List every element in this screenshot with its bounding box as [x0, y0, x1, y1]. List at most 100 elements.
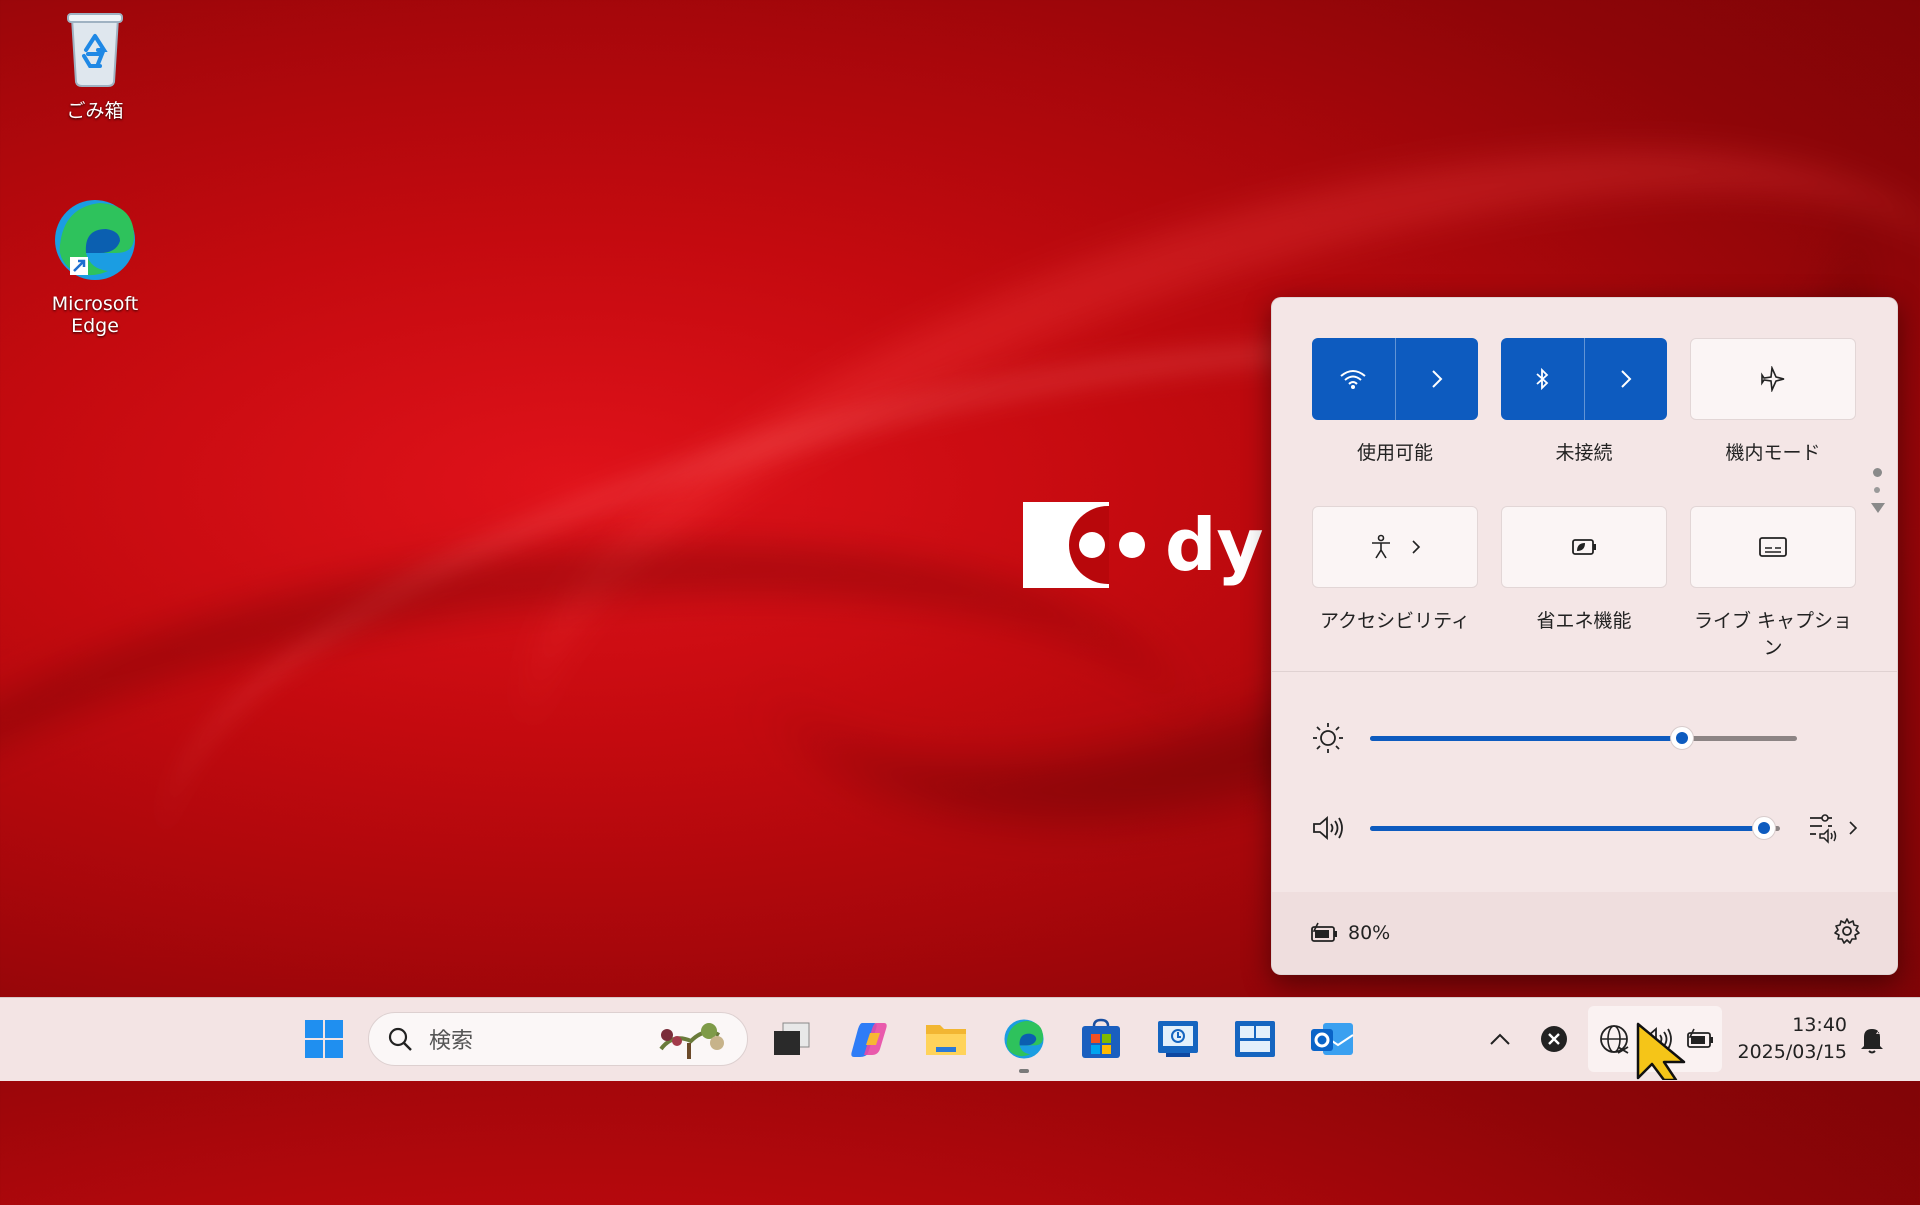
- volume-thumb[interactable]: [1751, 816, 1776, 840]
- bluetooth-toggle-button[interactable]: [1501, 338, 1585, 420]
- tile-airplane-mode: 機内モード: [1690, 338, 1856, 465]
- taskbar: 検索 13:40 2025/03/15 z: [0, 997, 1920, 1081]
- running-indicator: [1019, 1069, 1029, 1073]
- tiles-pager[interactable]: [1871, 468, 1885, 513]
- logo-dot: [1119, 532, 1145, 558]
- clock-time: 13:40: [1792, 1014, 1847, 1036]
- tile-label: 未接続: [1555, 442, 1613, 464]
- svg-text:z: z: [1876, 1027, 1881, 1037]
- energy-saver-toggle[interactable]: [1501, 506, 1667, 588]
- app-icon: [1158, 1021, 1198, 1057]
- bluetooth-toggle[interactable]: [1501, 338, 1667, 420]
- wifi-expand-button[interactable]: [1396, 338, 1479, 420]
- gear-icon: [1834, 918, 1860, 944]
- pager-dot[interactable]: [1874, 487, 1880, 493]
- brightness-thumb[interactable]: [1669, 726, 1694, 750]
- logo-dot: [1079, 532, 1105, 558]
- show-hidden-icons-button[interactable]: [1474, 1013, 1526, 1065]
- tile-bluetooth: 未接続: [1501, 338, 1667, 465]
- desktop-icon-label: ごみ箱: [66, 100, 124, 122]
- battery-status[interactable]: 80%: [1308, 921, 1390, 945]
- desktop-icon-label: Microsoft Edge: [51, 293, 139, 337]
- tile-energy-saver: 省エネ機能: [1501, 506, 1667, 633]
- file-explorer-button[interactable]: [920, 1013, 972, 1065]
- recycle-bin-icon: [67, 13, 123, 87]
- pager-dot-active[interactable]: [1872, 468, 1882, 477]
- volume-fill: [1370, 826, 1764, 831]
- chevron-right-icon: [1849, 821, 1858, 835]
- clock-date: 2025/03/15: [1737, 1041, 1847, 1063]
- wifi-toggle-button[interactable]: [1312, 338, 1396, 420]
- tile-label: ライブ キャプション: [1693, 610, 1853, 659]
- airplane-mode-toggle[interactable]: [1690, 338, 1856, 420]
- tile-label: 省エネ機能: [1536, 610, 1632, 632]
- chevron-right-icon: [1621, 370, 1632, 388]
- notification-bell-icon: z: [1861, 1027, 1883, 1054]
- wallpaper-logo: dy: [1023, 502, 1263, 588]
- search-placeholder: 検索: [429, 1029, 474, 1054]
- file-explorer-icon: [926, 1025, 966, 1055]
- clock[interactable]: 13:40 2025/03/15: [1732, 1012, 1847, 1066]
- store-button[interactable]: [1075, 1013, 1127, 1065]
- brightness-icon: [1308, 718, 1348, 758]
- sound-output-button[interactable]: [1808, 812, 1858, 844]
- notifications-button[interactable]: z: [1846, 1013, 1898, 1065]
- accessibility-icon: [1372, 534, 1390, 559]
- tile-live-captions: ライブ キャプション: [1690, 506, 1856, 660]
- tile-wifi: 使用可能: [1312, 338, 1478, 465]
- energy-saver-icon: [1572, 539, 1596, 555]
- tile-label: 機内モード: [1725, 442, 1821, 464]
- settings-button[interactable]: [1833, 917, 1861, 949]
- bluetooth-expand-button[interactable]: [1585, 338, 1668, 420]
- search-icon: [388, 1027, 412, 1051]
- volume-slider[interactable]: [1370, 816, 1780, 840]
- task-view-button[interactable]: [766, 1013, 818, 1065]
- bluetooth-icon: [1536, 367, 1549, 391]
- chevron-right-icon: [1432, 370, 1443, 388]
- brightness-slider[interactable]: [1370, 726, 1797, 750]
- tile-label: 使用可能: [1356, 442, 1433, 464]
- outlook-icon: [1311, 1023, 1354, 1055]
- speaker-icon[interactable]: [1308, 808, 1348, 848]
- live-captions-icon: [1759, 537, 1787, 557]
- brightness-fill: [1370, 736, 1682, 741]
- widgets-app-button[interactable]: [1229, 1013, 1281, 1065]
- search-highlight-icon: [659, 1023, 724, 1059]
- task-view-icon: [774, 1022, 810, 1055]
- quick-settings-footer: 80%: [1272, 892, 1897, 974]
- live-captions-toggle[interactable]: [1690, 506, 1856, 588]
- pager-down-icon[interactable]: [1871, 503, 1885, 513]
- desktop-icon-recycle-bin[interactable]: ごみ箱: [25, 8, 165, 123]
- edge-icon: [55, 200, 135, 280]
- sound-output-icon: [1810, 814, 1837, 844]
- start-button[interactable]: [298, 1013, 350, 1065]
- chevron-right-icon: [1412, 540, 1421, 554]
- battery-percent: 80%: [1348, 922, 1391, 944]
- logo-text: dy: [1165, 503, 1264, 587]
- quick-settings-panel: 使用可能 未接続 機内モード アクセシビリティ 省エネ機能 ライブ キャプション…: [1271, 297, 1898, 975]
- copilot-icon: [851, 1023, 887, 1057]
- tray-app-button[interactable]: [1528, 1013, 1580, 1065]
- edge-icon: [1004, 1019, 1044, 1059]
- mouse-cursor: [1636, 1022, 1686, 1080]
- desktop-icon-edge[interactable]: Microsoft Edge: [25, 195, 165, 337]
- wifi-toggle[interactable]: [1312, 338, 1478, 420]
- tile-accessibility: アクセシビリティ: [1312, 506, 1478, 633]
- start-icon: [305, 1020, 343, 1058]
- app-button[interactable]: [1152, 1013, 1204, 1065]
- divider: [1272, 671, 1897, 672]
- copilot-button[interactable]: [843, 1013, 895, 1065]
- search-box[interactable]: 検索: [368, 1012, 748, 1066]
- chevron-up-icon: [1490, 1033, 1510, 1045]
- brightness-row: [1308, 718, 1868, 758]
- accessibility-button[interactable]: [1312, 506, 1478, 588]
- store-icon: [1082, 1018, 1120, 1058]
- widgets-app-icon: [1235, 1021, 1275, 1057]
- battery-charging-icon: [1311, 922, 1337, 942]
- outlook-button[interactable]: [1306, 1013, 1358, 1065]
- edge-taskbar-button[interactable]: [998, 1013, 1050, 1073]
- tile-label: アクセシビリティ: [1320, 610, 1470, 632]
- close-circle-icon: [1541, 1026, 1567, 1052]
- volume-row: [1308, 808, 1868, 848]
- network-globe-icon: [1600, 1025, 1629, 1054]
